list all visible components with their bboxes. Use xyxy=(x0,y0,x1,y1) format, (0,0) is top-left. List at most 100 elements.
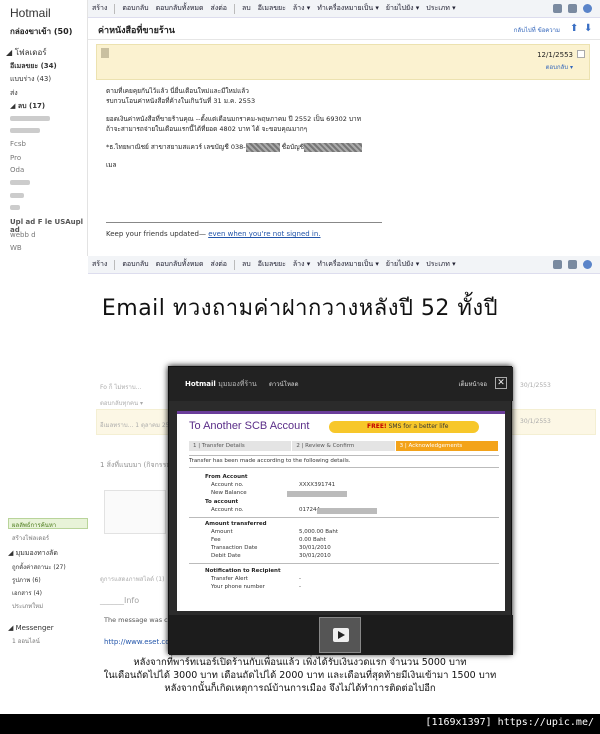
faded-date: 30/1/2553 xyxy=(520,382,551,389)
notification-row: Transfer Alert - xyxy=(211,576,471,584)
sidebar-fragment[interactable]: Fcsb xyxy=(10,140,26,148)
toolbar-junk[interactable]: อีเมลขยะ xyxy=(258,259,286,270)
sidebar-fragment[interactable]: Pro xyxy=(10,154,21,162)
sidebar-item-inbox[interactable]: กล่องขาเข้า (50) xyxy=(10,25,72,38)
toolbar-new[interactable]: สร้าง xyxy=(92,259,107,270)
arrow-down-icon[interactable]: ⬇ xyxy=(584,24,594,34)
message-subject: ค่าหนังสือที่ขายร้าน xyxy=(98,26,175,36)
attachment-thumbnail[interactable] xyxy=(104,490,166,534)
redacted-account-name xyxy=(304,142,363,152)
transfer-note: Transfer has been made according to the … xyxy=(189,458,351,464)
toolbar-reply[interactable]: ตอบกลับ xyxy=(122,3,148,14)
toolbar-mark-as[interactable]: ทำเครื่องหมายเป็น ▾ xyxy=(317,259,379,270)
toolbar-categories[interactable]: ประเภท ▾ xyxy=(426,3,455,14)
subject-bar: ค่าหนังสือที่ขายร้าน กลับไปที่ ข้อความ ⬆… xyxy=(88,18,600,40)
print-icon[interactable] xyxy=(553,4,562,13)
toolbar-move-to[interactable]: ย้ายไปยัง ▾ xyxy=(386,259,419,270)
step-acknowledgements: 3 | Acknowledgements xyxy=(395,441,499,451)
row-value: 0.00 Baht xyxy=(299,537,326,543)
back-to-messages-link[interactable]: กลับไปที่ ข้อความ xyxy=(514,25,560,35)
transfer-receipt: To Another SCB Account FREE! SMS for a b… xyxy=(177,411,505,611)
search-results-label[interactable]: ผลลัพธ์การค้นหา xyxy=(12,520,56,530)
lower-sidebar: ผลลัพธ์การค้นหา สร้างโฟลเดอร์ ◢ มุมมองทา… xyxy=(0,500,90,660)
toolbar-reply-all[interactable]: ตอบกลับทั้งหมด xyxy=(156,3,204,14)
hotmail-logo[interactable]: Hotmail xyxy=(10,6,51,20)
quick-view-flagged[interactable]: ถูกตั้งค่าสถานะ (27) xyxy=(12,562,66,572)
new-category-link[interactable]: ประเภทใหม่ xyxy=(12,601,43,611)
create-folder-link[interactable]: สร้างโฟลเดอร์ xyxy=(12,533,49,543)
progress-steps: 1 | Transfer Details 2 | Review & Confir… xyxy=(189,441,499,451)
sidebar-fragment[interactable]: Oda xyxy=(10,166,24,174)
blurred-folder xyxy=(10,128,40,133)
fullscreen-link[interactable]: เต็มหน้าจอ xyxy=(459,379,487,389)
toolbar-forward[interactable]: ส่งต่อ xyxy=(211,259,227,270)
sidebar-item-deleted[interactable]: ◢ ลบ (17) xyxy=(10,101,45,112)
faded-row: อีเมลทราบ... 1 ตุลาคม 2552 xyxy=(100,422,178,429)
toolbar-sweep[interactable]: ล้าง ▾ xyxy=(293,259,310,270)
keep-link[interactable]: even when you're not signed in. xyxy=(208,230,320,238)
toolbar-delete[interactable]: ลบ xyxy=(242,3,251,14)
quick-views-heading[interactable]: ◢ มุมมองทางลัด xyxy=(8,548,58,559)
sidebar-item-drafts[interactable]: แบบร่าง (43) xyxy=(10,74,51,85)
sidebar-item-sent[interactable]: ส่ง xyxy=(10,88,18,99)
story-line: หลังจากนั้นก็เกิดเหตุการณ์บ้านการเมือง จ… xyxy=(164,683,436,694)
sidebar-fragment[interactable]: webb d xyxy=(10,231,36,239)
amount-row: Transaction Date 30/01/2010 xyxy=(211,545,471,553)
quick-view-photos[interactable]: รูปภาพ (6) xyxy=(12,575,41,585)
messenger-online[interactable]: 1 ออนไลน์ xyxy=(12,636,40,646)
help-icon[interactable] xyxy=(583,4,592,13)
toolbar-sweep[interactable]: ล้าง ▾ xyxy=(293,3,310,14)
flag-checkbox[interactable] xyxy=(577,50,585,58)
messenger-heading[interactable]: ◢ Messenger xyxy=(8,624,54,632)
toolbar-move-to[interactable]: ย้ายไปยัง ▾ xyxy=(386,3,419,14)
keep-text: Keep your friends updated— xyxy=(106,230,206,238)
toolbar-mark-as[interactable]: ทำเครื่องหมายเป็น ▾ xyxy=(317,3,379,14)
quick-view-documents[interactable]: เอกสาร (4) xyxy=(12,588,42,598)
row-key: Account no. xyxy=(211,482,244,488)
eset-link[interactable]: http://www.eset.com xyxy=(104,638,176,646)
signoff: เมล xyxy=(106,161,117,169)
amount-row: Amount 5,000.00 Baht xyxy=(211,529,471,537)
slide-thumbnail[interactable] xyxy=(319,617,361,653)
story-caption: หลังจากที่พาร์ทเนอร์เปิดร้านกับเพื่อนแล้… xyxy=(0,656,600,695)
toolbar-reply-all[interactable]: ตอบกลับทั้งหมด xyxy=(156,259,204,270)
folders-heading[interactable]: ◢ โฟลเดอร์ xyxy=(6,46,47,59)
popup-header: Hotmail มุมมองที่ร้าน ดาวน์โหลด เต็มหน้า… xyxy=(169,367,513,401)
help-icon[interactable] xyxy=(583,260,592,269)
image-dimensions-label[interactable]: [1169x1397] https://upic.me/ xyxy=(425,717,594,728)
sidebar-item-junk[interactable]: อีเมลขยะ (34) xyxy=(10,61,57,72)
print-icon[interactable] xyxy=(553,260,562,269)
message-nav: ⬆ ⬇ xyxy=(570,24,594,34)
account-line: *ธ.ไทยพาณิชย์ สาขาสยามสแควร์ เลขบัญชี 03… xyxy=(106,143,246,151)
toolbar-categories[interactable]: ประเภท ▾ xyxy=(426,259,455,270)
divider xyxy=(189,455,499,456)
settings-icon[interactable] xyxy=(568,260,577,269)
download-link[interactable]: ดาวน์โหลด xyxy=(269,379,299,389)
story-line: หลังจากที่พาร์ทเนอร์เปิดร้านกับเพื่อนแล้… xyxy=(133,657,467,668)
divider xyxy=(189,517,499,518)
toolbar-delete[interactable]: ลบ xyxy=(242,259,251,270)
divider xyxy=(189,563,499,564)
message-body: ตามที่เคยคุยกันไว้แล้ว นี่ยื่นเตือนใหม่แ… xyxy=(106,86,586,178)
row-key: Transfer Alert xyxy=(211,576,248,582)
row-value: - xyxy=(299,576,301,582)
slideshow-link[interactable]: ดูการแสดงภาพสไลด์ (1) xyxy=(100,574,164,584)
message-date: 12/1/2553 xyxy=(537,51,573,59)
row-value: 30/01/2010 xyxy=(299,553,331,559)
brand-stripe xyxy=(177,411,505,414)
toolbar-junk[interactable]: อีเมลขยะ xyxy=(258,3,286,14)
toolbar-reply[interactable]: ตอบกลับ xyxy=(122,259,148,270)
blurred-folder xyxy=(10,180,30,185)
toolbar-new[interactable]: สร้าง xyxy=(92,3,107,14)
settings-icon[interactable] xyxy=(568,4,577,13)
redacted-account xyxy=(317,508,377,514)
toolbar-forward[interactable]: ส่งต่อ xyxy=(211,3,227,14)
arrow-up-icon[interactable]: ⬆ xyxy=(570,24,580,34)
sidebar-fragment[interactable]: WB xyxy=(10,244,22,252)
close-icon[interactable]: ✕ xyxy=(495,377,507,389)
play-icon[interactable] xyxy=(333,628,349,642)
amount-row: Fee 0.00 Baht xyxy=(211,537,471,545)
row-key: Amount xyxy=(211,529,233,535)
reply-dropdown[interactable]: ตอบกลับ ▾ xyxy=(546,62,573,72)
row-key: Fee xyxy=(211,537,221,543)
